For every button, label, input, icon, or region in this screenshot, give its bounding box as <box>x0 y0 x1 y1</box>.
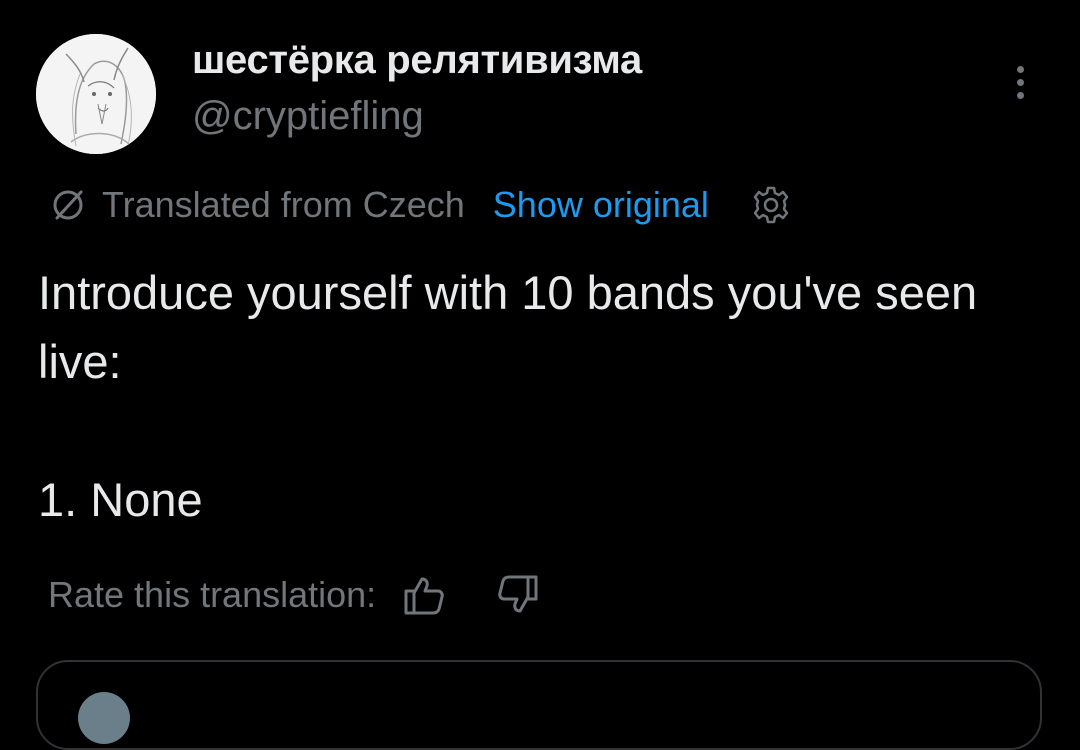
translation-bar: Translated from Czech Show original <box>48 180 791 230</box>
display-name[interactable]: шестёрка релятивизма <box>192 38 642 83</box>
more-vertical-icon-dot <box>1016 78 1024 86</box>
gear-icon[interactable] <box>751 185 791 225</box>
more-vertical-icon-dot <box>1016 91 1024 99</box>
quoted-tweet-avatar <box>78 692 130 744</box>
tweet-text: Introduce yourself with 10 bands you've … <box>38 266 978 526</box>
quoted-tweet-card[interactable] <box>36 660 1042 750</box>
translate-icon <box>53 190 83 220</box>
translated-from-label: Translated from Czech <box>102 184 465 225</box>
user-handle[interactable]: @cryptiefling <box>192 94 424 139</box>
show-original-link[interactable]: Show original <box>493 184 709 226</box>
avatar-drawing <box>36 34 156 154</box>
rate-translation-row: Rate this translation: <box>48 570 540 620</box>
rate-translation-label: Rate this translation: <box>48 574 377 615</box>
more-options-button[interactable] <box>1002 58 1038 106</box>
more-vertical-icon <box>1016 65 1024 73</box>
avatar[interactable] <box>36 34 156 154</box>
thumbs-down-icon[interactable] <box>496 573 540 617</box>
thumbs-up-icon[interactable] <box>402 573 446 617</box>
